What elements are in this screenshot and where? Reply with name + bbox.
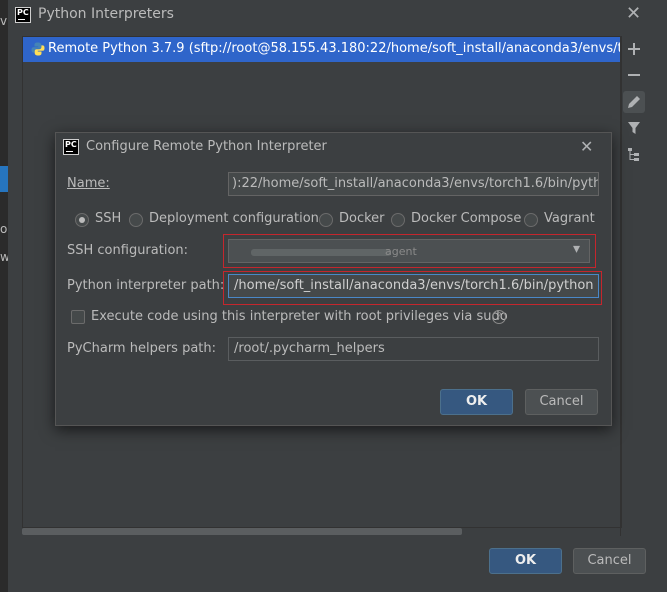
interpreter-toolbar — [620, 36, 647, 536]
radio-label: Docker — [339, 211, 385, 226]
ssh-configuration-dropdown[interactable]: agent ▾ — [228, 239, 590, 263]
dialog-title: Python Interpreters — [38, 6, 174, 22]
filter-icon[interactable] — [623, 117, 645, 139]
radio-label: Deployment configuration — [149, 211, 319, 226]
close-icon[interactable]: ✕ — [626, 3, 641, 24]
radio-vagrant[interactable] — [524, 213, 538, 227]
sudo-checkbox-label: Execute code using this interpreter with… — [91, 309, 508, 324]
helpers-path-value: /root/.pycharm_helpers — [234, 341, 385, 356]
radio-ssh[interactable] — [75, 213, 89, 227]
scrollbar-thumb[interactable] — [22, 528, 462, 535]
plus-icon[interactable] — [623, 38, 645, 60]
tree-icon[interactable] — [623, 143, 645, 165]
pycharm-logo-icon: PC — [15, 7, 31, 23]
cancel-button[interactable]: Cancel — [525, 389, 598, 415]
radio-label: Docker Compose — [411, 211, 522, 226]
background-text-fragment: v — [0, 14, 8, 28]
ok-button[interactable]: OK — [440, 389, 513, 415]
name-label: Name: — [67, 176, 110, 191]
interpreter-list-item[interactable]: Remote Python 3.7.9 (sftp://root@58.155.… — [23, 37, 621, 62]
cancel-button[interactable]: Cancel — [573, 548, 646, 574]
help-icon[interactable]: ? — [492, 310, 506, 324]
dialog-titlebar: PC Python Interpreters ✕ — [8, 0, 667, 30]
ssh-configuration-value: agent — [385, 245, 417, 258]
name-field[interactable]: ):22/home/soft_install/anaconda3/envs/to… — [228, 172, 599, 196]
ssh-configuration-label: SSH configuration: — [67, 243, 189, 258]
name-field-value: ):22/home/soft_install/anaconda3/envs/to… — [232, 176, 599, 191]
redacted-text — [251, 249, 391, 256]
pencil-icon[interactable] — [623, 91, 645, 113]
minus-icon[interactable] — [623, 64, 645, 86]
python-icon — [31, 42, 45, 56]
helpers-path-label: PyCharm helpers path: — [67, 341, 217, 356]
radio-label: Vagrant — [544, 211, 595, 226]
radio-docker[interactable] — [319, 213, 333, 227]
horizontal-scrollbar[interactable] — [22, 527, 620, 536]
close-icon[interactable]: ✕ — [580, 137, 593, 156]
sudo-checkbox[interactable] — [71, 310, 85, 324]
radio-label: SSH — [95, 211, 122, 226]
configure-remote-interpreter-dialog: PC Configure Remote Python Interpreter ✕… — [55, 132, 612, 426]
background-window-edge: v ol w — [0, 0, 11, 592]
interpreter-path-value: /home/soft_install/anaconda3/envs/torch1… — [234, 278, 594, 293]
chevron-down-icon: ▾ — [573, 241, 581, 257]
pycharm-logo-icon: PC — [63, 139, 79, 155]
ok-button[interactable]: OK — [489, 548, 562, 574]
interpreter-item-label: Remote Python 3.7.9 (sftp://root@58.155.… — [48, 41, 621, 56]
background-selection — [0, 166, 8, 192]
interpreter-path-field[interactable]: /home/soft_install/anaconda3/envs/torch1… — [228, 274, 599, 298]
helpers-path-field[interactable]: /root/.pycharm_helpers — [228, 337, 599, 361]
radio-docker-compose[interactable] — [391, 213, 405, 227]
radio-deployment-configuration[interactable] — [129, 213, 143, 227]
interpreter-path-label: Python interpreter path: — [67, 278, 225, 293]
dialog-title: Configure Remote Python Interpreter — [86, 139, 327, 154]
